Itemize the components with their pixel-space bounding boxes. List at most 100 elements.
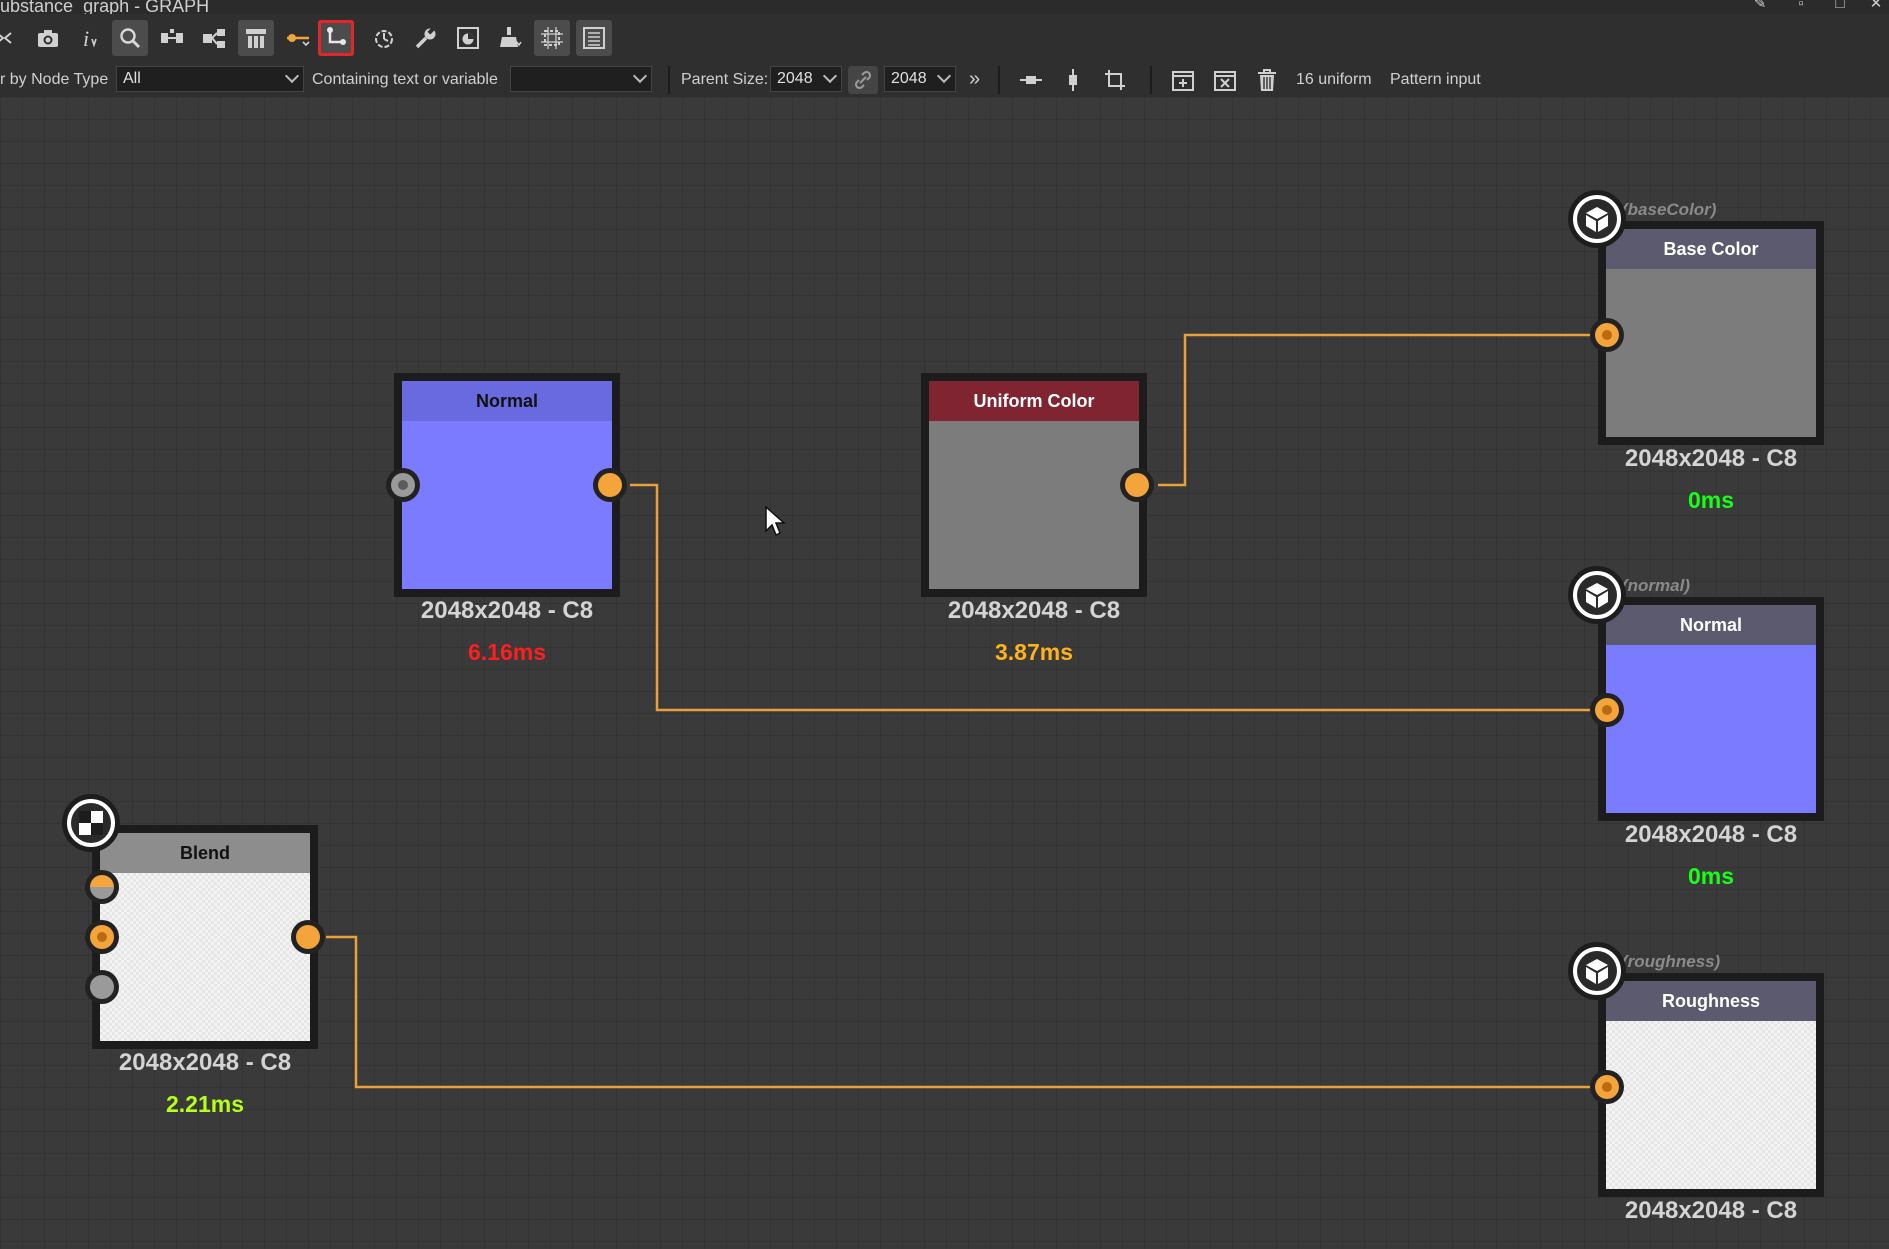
node-thumbnail <box>1606 269 1816 437</box>
preview-icon[interactable] <box>450 20 486 56</box>
more-chevron-icon[interactable]: » <box>969 62 980 97</box>
parent-size-height-select[interactable]: 2048 <box>884 66 956 92</box>
node-thumbnail <box>1606 1021 1816 1189</box>
crop-icon[interactable] <box>1100 66 1130 94</box>
maximize-icon[interactable]: □ <box>1832 0 1848 11</box>
cube-icon <box>1586 207 1608 232</box>
graph-toolbar: i <box>0 14 1889 62</box>
cube-icon <box>1586 959 1608 984</box>
frame-icon[interactable] <box>238 20 274 56</box>
node-time: 0ms <box>1687 487 1735 513</box>
camera-icon[interactable] <box>30 20 66 56</box>
search-icon[interactable] <box>112 20 148 56</box>
node-time: 3.87ms <box>994 639 1073 665</box>
output-port[interactable] <box>291 920 325 954</box>
node-title: Roughness <box>1606 981 1816 1021</box>
output-badge <box>1568 190 1626 248</box>
blend-icon <box>79 811 103 835</box>
containing-label: Containing text or variable <box>312 71 498 88</box>
node-output-normal[interactable]: Normal <box>1598 597 1824 821</box>
node-type-label: r by Node Type <box>0 71 109 88</box>
node-resolution: 2048x2048 - C8 <box>1624 821 1798 848</box>
pattern-input-label: Pattern input <box>1390 71 1481 88</box>
chevron-down-icon <box>936 68 952 84</box>
node-title: Normal <box>402 381 612 421</box>
info-icon[interactable]: i <box>72 20 108 56</box>
remove-frame-icon[interactable] <box>1210 66 1240 94</box>
chevron-down-icon <box>632 68 648 84</box>
connector-icon[interactable] <box>280 20 316 56</box>
input-port-mask[interactable] <box>85 970 119 1004</box>
node-time: 2.21ms <box>165 1091 244 1117</box>
node-resolution: 2048x2048 - C8 <box>947 597 1121 624</box>
containing-input[interactable] <box>510 66 652 92</box>
hierarchy-icon[interactable] <box>154 20 190 56</box>
output-badge <box>1568 566 1626 624</box>
trash-icon[interactable] <box>1252 66 1282 94</box>
node-thumbnail <box>402 421 612 589</box>
wire-blend-to-roughness[interactable] <box>326 935 1594 1089</box>
node-thumbnail <box>100 873 310 1041</box>
input-port-background[interactable] <box>85 920 119 954</box>
node-resolution: 2048x2048 - C8 <box>1624 1197 1798 1224</box>
node-thumbnail <box>929 421 1139 589</box>
input-port-foreground[interactable] <box>85 870 119 904</box>
node-output-basecolor[interactable]: Base Color <box>1598 221 1824 445</box>
input-port[interactable] <box>386 468 420 502</box>
node-resolution: 2048x2048 - C8 <box>118 1049 292 1076</box>
timer-icon[interactable] <box>366 20 402 56</box>
separator <box>1150 66 1152 94</box>
restore-icon[interactable]: ▫ <box>1793 0 1809 11</box>
window-title: ubstance_graph - GRAPH <box>0 0 210 14</box>
parent-size-width-value: 2048 <box>777 70 813 87</box>
wrench-icon[interactable] <box>408 20 444 56</box>
node-normal[interactable]: Normal <box>394 373 620 597</box>
node-title: Uniform Color <box>929 381 1139 421</box>
close-icon[interactable]: ✕ <box>1868 0 1884 11</box>
add-frame-icon[interactable] <box>1168 66 1198 94</box>
output-badge <box>1568 942 1626 1000</box>
link-mode-icon[interactable] <box>318 20 354 56</box>
node-resolution: 2048x2048 - C8 <box>1624 445 1798 472</box>
node-type-value: All <box>123 70 141 87</box>
share-icon[interactable] <box>196 20 232 56</box>
node-time: 6.16ms <box>467 639 546 665</box>
node-thumbnail <box>1606 645 1816 813</box>
link-size-icon[interactable] <box>848 66 878 94</box>
pin-icon[interactable]: ✎ <box>1752 0 1768 11</box>
node-title: Blend <box>100 833 310 873</box>
list-icon[interactable] <box>576 20 612 56</box>
filter-bar: r by Node Type All Containing text or va… <box>0 62 1889 98</box>
node-title: Base Color <box>1606 229 1816 269</box>
node-title: Normal <box>1606 605 1816 645</box>
graph-canvas[interactable]: Normal 2048x2048 - C8 6.16ms Uniform Col… <box>0 97 1889 1249</box>
node-type-select[interactable]: All <box>116 66 304 92</box>
node-uniform-color[interactable]: Uniform Color <box>921 373 1147 597</box>
svg-text:i: i <box>83 26 89 51</box>
node-time: 0ms <box>1687 863 1735 889</box>
separator <box>668 66 670 94</box>
horizontal-align-icon[interactable] <box>1016 66 1046 94</box>
input-port[interactable] <box>1590 1070 1624 1104</box>
input-port[interactable] <box>1590 693 1624 727</box>
vertical-align-icon[interactable] <box>1058 66 1088 94</box>
wire-uniform-to-basecolor[interactable] <box>1158 333 1594 487</box>
output-identifier: (roughness) <box>1622 952 1721 971</box>
align-icon[interactable] <box>534 20 570 56</box>
node-output-roughness[interactable]: Roughness <box>1598 973 1824 1197</box>
title-bar: ubstance_graph - GRAPH ✎ ▫ □ ✕ <box>0 0 1889 14</box>
chevron-down-icon <box>284 68 300 84</box>
mouse-cursor <box>765 505 786 537</box>
bake-icon[interactable] <box>492 20 528 56</box>
separator <box>998 66 1000 94</box>
output-port[interactable] <box>1120 468 1154 502</box>
parent-size-width-select[interactable]: 2048 <box>770 66 842 92</box>
node-resolution: 2048x2048 - C8 <box>420 597 594 624</box>
node-blend[interactable]: Blend <box>92 825 318 1049</box>
output-identifier: (normal) <box>1622 576 1690 595</box>
chevron-down-icon <box>822 68 838 84</box>
input-port[interactable] <box>1590 318 1624 352</box>
cube-icon <box>1586 583 1608 608</box>
output-port[interactable] <box>593 468 627 502</box>
fit-icon[interactable] <box>0 20 22 56</box>
